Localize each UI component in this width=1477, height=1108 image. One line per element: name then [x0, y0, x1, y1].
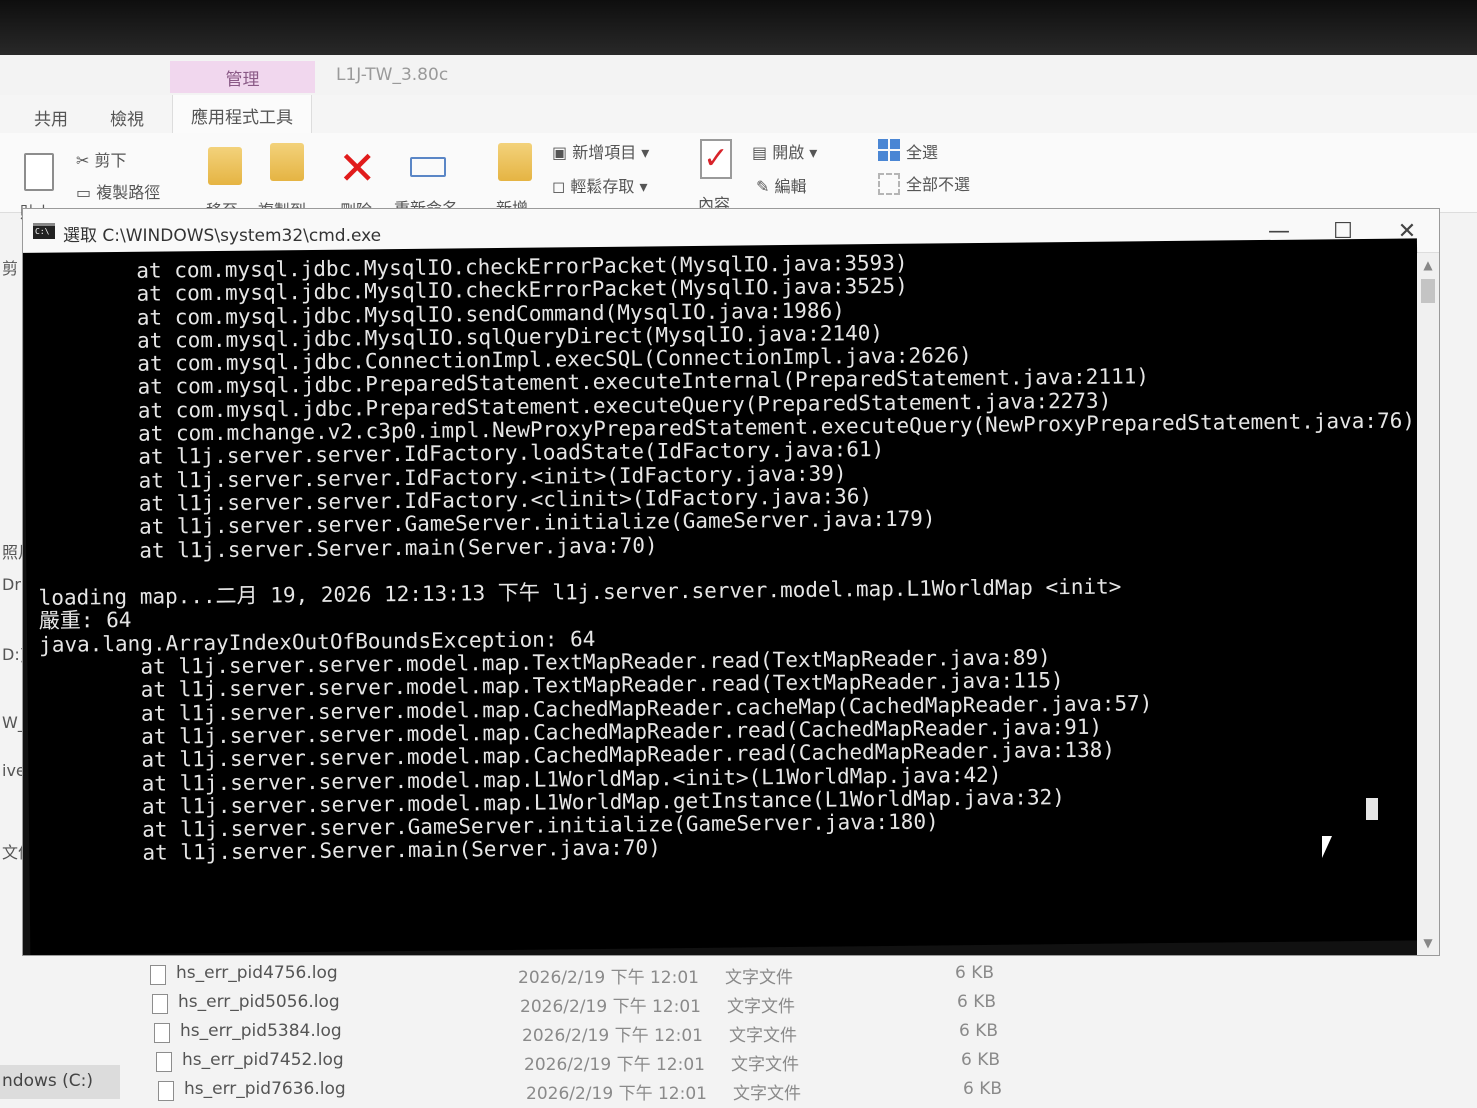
scroll-down-icon[interactable]: ▼: [1417, 933, 1439, 953]
file-date: 2026/2/19 下午 12:01: [522, 1026, 703, 1046]
rename-icon[interactable]: [410, 157, 446, 177]
file-name: hs_err_pid7636.log: [184, 1079, 346, 1099]
new-item-button[interactable]: ▣ 新增項目 ▾: [552, 139, 649, 163]
cut-label: 剪下: [94, 151, 127, 170]
file-date: 2026/2/19 下午 12:01: [520, 997, 701, 1017]
move-to-folder-icon[interactable]: [208, 147, 242, 185]
cmd-app-icon: C:\: [33, 223, 55, 239]
file-type: 文字文件: [729, 1026, 797, 1046]
file-name: hs_err_pid5056.log: [178, 992, 340, 1012]
file-size: 6 KB: [963, 1079, 1003, 1099]
text-file-icon: [158, 1081, 174, 1101]
copy-path-label: 複製路徑: [96, 183, 161, 202]
scroll-up-icon[interactable]: ▲: [1417, 255, 1439, 275]
text-file-icon: [150, 965, 166, 985]
copy-path-button[interactable]: ▭ 複製路徑: [76, 179, 160, 203]
cut-button[interactable]: ✂ 剪下: [76, 147, 127, 171]
text-file-icon: [154, 1023, 170, 1043]
file-size: 6 KB: [955, 963, 995, 983]
select-all-button[interactable]: 全選: [906, 139, 938, 163]
file-size: 6 KB: [959, 1021, 999, 1041]
open-label: 開啟: [772, 143, 805, 162]
text-cursor-caret: [1366, 798, 1378, 820]
console-text: at com.mysql.jdbc.MysqlIO.checkErrorPack…: [35, 246, 1419, 866]
explorer-window-title: L1J-TW_3.80c: [336, 65, 449, 85]
ribbon-toolbar: 貼上 ✂ 剪下 ▭ 複製路徑 移至 複製到 ✕ 刪除 重新命名 新增 ▣ 新增項…: [0, 133, 1477, 222]
file-date: 2026/2/19 下午 12:01: [524, 1055, 705, 1075]
ribbon-tabs: 共用 檢視 應用程式工具: [0, 95, 1477, 133]
scroll-thumb[interactable]: [1421, 279, 1435, 303]
cmd-window-title: 選取 C:\WINDOWS\system32\cmd.exe: [63, 226, 382, 246]
tab-manage[interactable]: 管理: [170, 61, 315, 93]
tab-share[interactable]: 共用: [34, 105, 68, 130]
file-type: 文字文件: [725, 968, 793, 988]
file-type: 文字文件: [731, 1055, 799, 1075]
file-type: 文字文件: [727, 997, 795, 1017]
nav-fragment[interactable]: 剪: [2, 255, 18, 279]
copy-to-folder-icon[interactable]: [270, 143, 304, 181]
clipboard-icon[interactable]: [24, 153, 54, 191]
select-all-icon[interactable]: [878, 139, 900, 161]
text-file-icon: [156, 1052, 172, 1072]
file-date: 2026/2/19 下午 12:01: [518, 968, 699, 988]
text-file-icon: [152, 994, 168, 1014]
file-name: hs_err_pid4756.log: [176, 963, 338, 983]
open-button[interactable]: ▤ 開啟 ▾: [752, 139, 817, 163]
mouse-pointer-icon: [1322, 836, 1332, 858]
new-folder-icon[interactable]: [498, 143, 532, 181]
cmd-window: C:\ 選取 C:\WINDOWS\system32\cmd.exe — ☐ ✕…: [22, 208, 1440, 956]
edit-label: 編輯: [774, 177, 807, 196]
vertical-scrollbar[interactable]: ▲ ▼: [1417, 253, 1439, 955]
select-none-icon[interactable]: [878, 173, 900, 195]
easy-access-label: 輕鬆存取: [570, 177, 635, 196]
file-size: 6 KB: [961, 1050, 1001, 1070]
tab-application-tools[interactable]: 應用程式工具: [172, 95, 312, 133]
file-size: 6 KB: [957, 992, 997, 1012]
nav-drive-c[interactable]: ndows (C:): [0, 1065, 120, 1099]
file-name: hs_err_pid5384.log: [180, 1021, 342, 1041]
monitor-bezel: [0, 0, 1477, 58]
file-name: hs_err_pid7452.log: [182, 1050, 344, 1070]
file-date: 2026/2/19 下午 12:01: [526, 1084, 707, 1104]
properties-check-icon[interactable]: ✓: [700, 139, 732, 179]
edit-button[interactable]: ✎ 編輯: [756, 173, 807, 197]
tab-view[interactable]: 檢視: [110, 105, 144, 130]
delete-x-icon[interactable]: ✕: [338, 145, 377, 191]
file-type: 文字文件: [733, 1084, 801, 1104]
easy-access-button[interactable]: ◻ 輕鬆存取 ▾: [552, 173, 648, 197]
new-item-label: 新增項目: [572, 143, 637, 162]
console-output-area[interactable]: at com.mysql.jdbc.MysqlIO.checkErrorPack…: [23, 238, 1425, 955]
select-none-button[interactable]: 全部不選: [906, 171, 970, 195]
